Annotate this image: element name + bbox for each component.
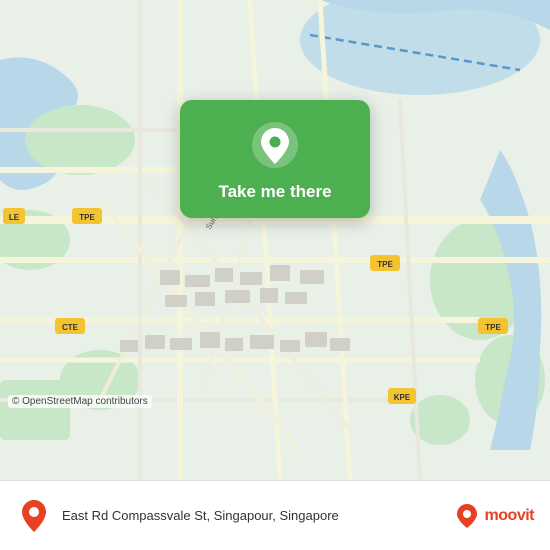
svg-text:LE: LE bbox=[9, 213, 20, 222]
svg-text:TPE: TPE bbox=[377, 260, 393, 269]
take-me-there-label: Take me there bbox=[218, 182, 331, 202]
address-location-pin-icon bbox=[16, 498, 52, 534]
moovit-pin-icon bbox=[453, 502, 481, 530]
moovit-logo: moovit bbox=[453, 502, 534, 530]
location-icon-wrapper bbox=[248, 118, 302, 172]
take-me-there-card[interactable]: Take me there bbox=[180, 100, 370, 218]
bottom-bar: East Rd Compassvale St, Singapour, Singa… bbox=[0, 480, 550, 550]
svg-text:KPE: KPE bbox=[394, 393, 411, 402]
svg-text:TPE: TPE bbox=[485, 323, 501, 332]
svg-text:TPE: TPE bbox=[79, 213, 95, 222]
map-container: TPE TPE TPE CTE KPE LE Sungei Punggol bbox=[0, 0, 550, 480]
location-pin-icon bbox=[250, 120, 300, 170]
svg-text:CTE: CTE bbox=[62, 323, 79, 332]
address-text: East Rd Compassvale St, Singapour, Singa… bbox=[62, 508, 453, 523]
map-svg: TPE TPE TPE CTE KPE LE Sungei Punggol bbox=[0, 0, 550, 480]
copyright-text: © OpenStreetMap contributors bbox=[8, 395, 152, 408]
moovit-brand-text: moovit bbox=[485, 507, 534, 525]
